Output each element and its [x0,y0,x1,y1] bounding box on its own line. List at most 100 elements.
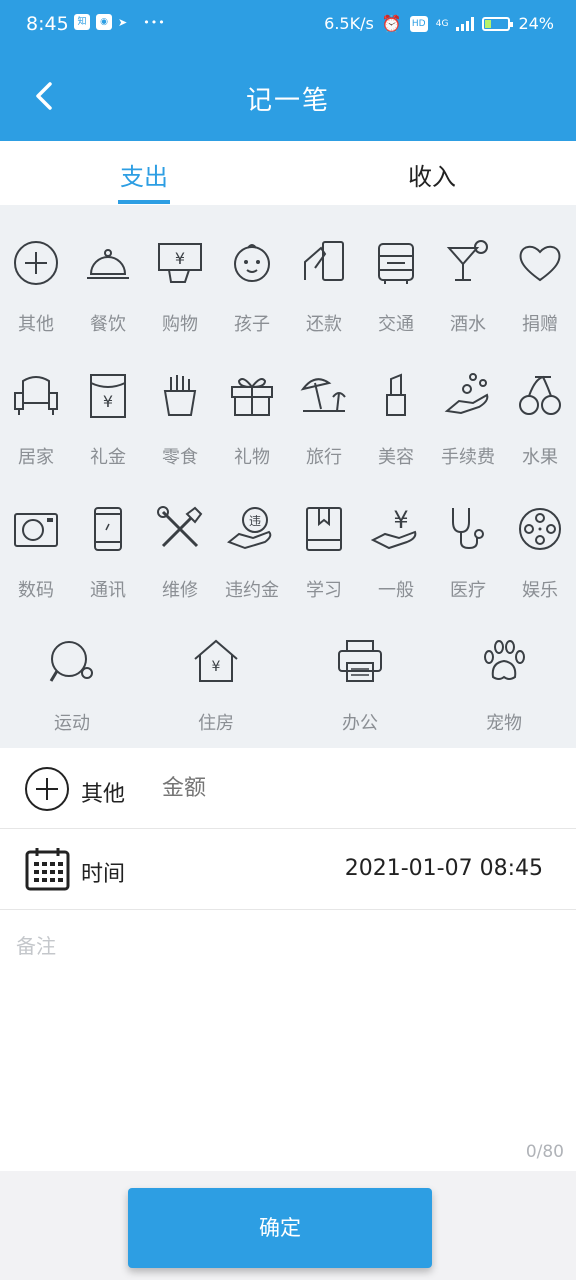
note-char-counter: 0/80 [525,1142,564,1162]
amount-row: 其他 [0,748,576,829]
net-type: 4G [435,18,449,29]
category-fruit[interactable]: 水果 [504,371,576,469]
category-label: 孩子 [234,314,270,335]
category-label: 还款 [306,314,342,335]
confirm-button[interactable]: 确定 [128,1188,432,1268]
cocktail-icon [446,240,488,281]
category-snacks[interactable]: 零食 [144,371,216,469]
category-study[interactable]: 学习 [288,504,360,602]
shopping-icon: ¥ [158,243,202,283]
category-penalty[interactable]: 违 违约金 [216,504,288,602]
category-label: 水果 [522,447,558,468]
category-label: 礼金 [90,447,126,468]
notification-app-icon: 知 [74,14,90,30]
tab-expense[interactable]: 支出 [64,157,224,192]
category-digital[interactable]: 数码 [0,504,72,602]
selected-category-label: 其他 [81,782,126,807]
category-dining[interactable]: 餐饮 [72,238,144,336]
gift-icon [231,378,273,416]
category-label: 其他 [18,314,54,335]
category-transport[interactable]: 交通 [360,238,432,336]
category-label: 零食 [162,447,198,468]
category-sports[interactable]: 运动 [0,637,144,735]
network-speed: 6.5K/s [324,14,374,33]
baby-icon [234,244,270,282]
category-label: 居家 [18,447,54,468]
cloche-icon [87,249,129,279]
category-label: 娱乐 [522,580,558,601]
category-other[interactable]: 其他 [0,238,72,336]
category-medical[interactable]: 医疗 [432,504,504,602]
svg-text:违: 违 [249,514,261,528]
time-value[interactable]: 2021-01-07 08:45 [345,856,543,881]
category-travel[interactable]: 旅行 [288,371,360,469]
active-tab-indicator [118,200,170,204]
time-label: 时间 [81,862,126,887]
notification-send-icon: ➤ [118,15,128,29]
category-label: 美容 [378,447,414,468]
svg-text:¥: ¥ [103,392,113,411]
category-gift[interactable]: 礼物 [216,371,288,469]
category-label: 宠物 [486,713,522,734]
book-icon [306,507,342,551]
tab-income[interactable]: 收入 [352,157,512,192]
beach-icon [300,378,346,412]
category-label: 住房 [198,713,234,734]
note-textarea[interactable]: 备注 0/80 [0,909,576,1172]
category-repair[interactable]: 维修 [144,504,216,602]
category-child[interactable]: 孩子 [216,238,288,336]
repay-icon [304,241,344,281]
tab-bar: 支出 收入 [0,141,576,205]
category-label: 捐赠 [522,314,558,335]
category-label: 学习 [306,580,342,601]
penalty-icon: 违 [227,507,272,550]
category-label: 交通 [378,314,414,335]
category-label: 运动 [54,713,90,734]
category-drinks[interactable]: 酒水 [432,238,504,336]
category-entertainment[interactable]: 娱乐 [504,504,576,602]
svg-text:¥: ¥ [175,249,185,268]
category-beauty[interactable]: 美容 [360,371,432,469]
category-pet[interactable]: 宠物 [432,637,576,735]
phone-icon [94,507,122,551]
category-office[interactable]: 办公 [288,637,432,735]
heart-icon [519,245,561,282]
category-label: 一般 [378,580,414,601]
calendar-icon [25,848,70,891]
category-fee[interactable]: 手续费 [432,371,504,469]
pingpong-icon [49,641,93,682]
armchair-icon [14,376,58,415]
category-donation[interactable]: 捐赠 [504,238,576,336]
category-communication[interactable]: 通讯 [72,504,144,602]
category-label: 餐饮 [90,314,126,335]
app-header: 记一笔 [0,52,576,141]
fries-icon [163,375,197,416]
category-repay[interactable]: 还款 [288,238,360,336]
printer-icon [338,640,382,682]
paw-icon [484,640,525,680]
category-label: 酒水 [450,314,486,335]
camera-icon [14,513,58,547]
category-housing[interactable]: ¥ 住房 [144,637,288,735]
time-row[interactable]: 时间 2021-01-07 08:45 [0,829,576,909]
footer: 确定 [0,1171,576,1280]
category-label: 医疗 [450,580,486,601]
category-shopping[interactable]: ¥ 购物 [144,238,216,336]
note-placeholder: 备注 [16,934,56,958]
selected-category-plus-icon [25,767,69,811]
category-home[interactable]: 居家 [0,371,72,469]
category-label: 通讯 [90,580,126,601]
film-reel-icon [519,508,561,550]
cherry-icon [519,375,561,415]
svg-text:¥: ¥ [393,506,408,534]
notification-app-icon-2: ◉ [96,14,112,30]
more-notifications-icon: ••• [143,15,166,29]
bus-icon [378,243,414,284]
category-label: 购物 [162,314,198,335]
category-general[interactable]: ¥ 一般 [360,504,432,602]
amount-input[interactable] [160,775,544,802]
battery-icon [482,16,514,31]
category-label: 数码 [18,580,54,601]
category-gift-money[interactable]: ¥ 礼金 [72,371,144,469]
battery-percent: 24% [518,14,554,33]
